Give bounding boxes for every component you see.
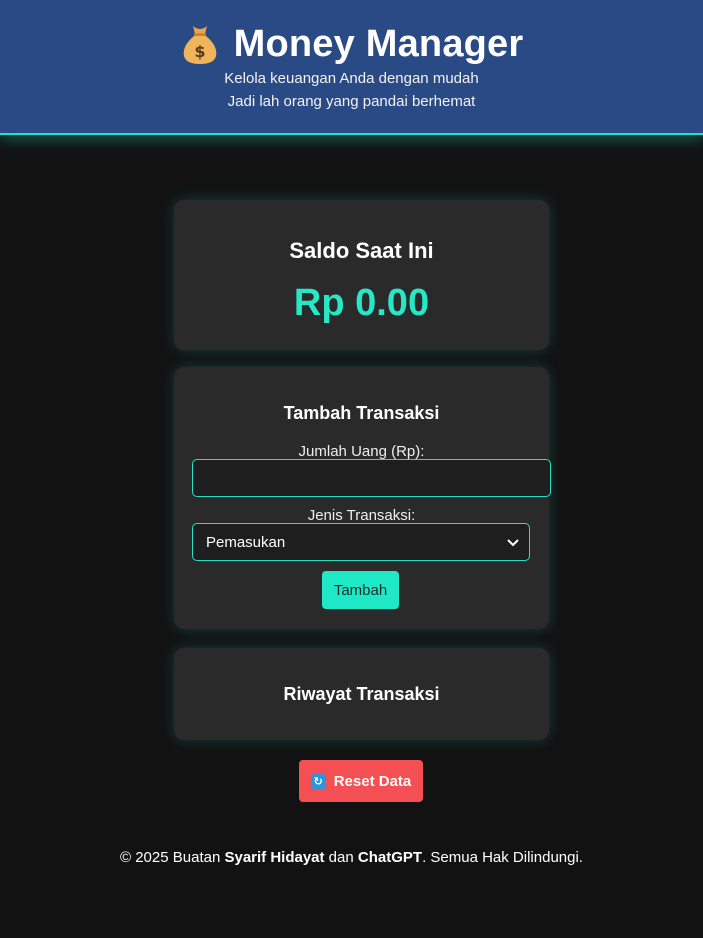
type-label: Jenis Transaksi:: [307, 507, 416, 524]
amount-input[interactable]: [192, 459, 551, 497]
type-select-value: Pemasukan: [206, 533, 286, 551]
footer-middle: dan: [324, 849, 358, 866]
footer-prefix: © 2025 Buatan: [120, 849, 225, 866]
reset-label: Reset Data: [333, 772, 412, 790]
footer-coauthor: ChatGPT: [357, 849, 423, 866]
chevron-down-icon: [507, 534, 519, 551]
add-transaction-button[interactable]: Tambah: [322, 571, 399, 609]
app-header: $ Money Manager Kelola keuangan Anda den…: [0, 0, 703, 135]
transaction-form-card: Tambah Transaksi Jumlah Uang (Rp): Jenis…: [174, 367, 551, 629]
reset-data-button[interactable]: ↻ Reset Data: [299, 760, 423, 802]
header-subtitle: Kelola keuangan Anda dengan mudah: [224, 70, 479, 87]
title-row: $ Money Manager: [0, 22, 703, 66]
balance-value: Rp 0.00: [293, 282, 430, 324]
transaction-type-select[interactable]: Pemasukan: [192, 523, 530, 561]
balance-label: Saldo Saat Ini: [289, 238, 434, 263]
history-title: Riwayat Transaksi: [283, 684, 440, 704]
footer-author: Syarif Hidayat: [224, 849, 325, 866]
header-tagline: Jadi lah orang yang pandai berhemat: [227, 93, 476, 110]
form-title: Tambah Transaksi: [283, 403, 440, 423]
balance-card: Saldo Saat Ini Rp 0.00: [174, 200, 549, 350]
app-title: Money Manager: [233, 22, 524, 65]
amount-label: Jumlah Uang (Rp):: [298, 443, 425, 460]
refresh-icon: ↻: [310, 773, 326, 789]
money-bag-icon: $: [180, 22, 220, 66]
footer: © 2025 Buatan Syarif Hidayat dan ChatGPT…: [0, 849, 703, 866]
svg-text:$: $: [194, 42, 205, 61]
footer-suffix: . Semua Hak Dilindungi.: [422, 849, 583, 866]
history-card: Riwayat Transaksi: [174, 648, 549, 740]
